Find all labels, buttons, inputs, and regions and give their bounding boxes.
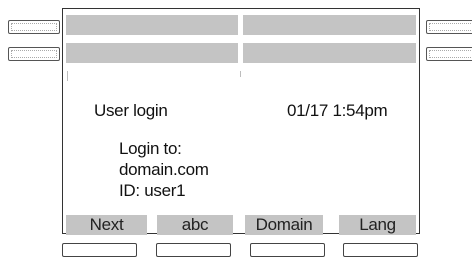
line-bar-left-2	[66, 43, 238, 63]
line-bar-right-2	[243, 43, 416, 63]
softkey-button-abc[interactable]	[156, 243, 231, 257]
login-domain: domain.com	[119, 160, 209, 179]
right-line-key-2[interactable]	[426, 47, 472, 61]
softkey-button-domain[interactable]	[250, 243, 325, 257]
login-to-label: Login to:	[119, 139, 182, 158]
softkey-button-next[interactable]	[62, 243, 137, 257]
phone-display: User login 01/17 1:54pm Login to: domain…	[62, 8, 420, 235]
screen-title: User login	[94, 101, 168, 120]
left-line-key-2[interactable]	[8, 47, 60, 61]
softkey-label-abc: abc	[157, 215, 233, 235]
softkey-button-lang[interactable]	[343, 243, 418, 257]
date-time: 01/17 1:54pm	[287, 101, 388, 120]
line-bar-left-1	[66, 15, 238, 35]
softkey-label-next: Next	[66, 215, 147, 235]
left-line-key-1[interactable]	[8, 20, 60, 34]
right-line-key-1[interactable]	[426, 20, 472, 34]
softkey-label-domain: Domain	[245, 215, 323, 235]
separator-mark-left	[67, 71, 68, 81]
separator-mark-center	[240, 71, 241, 77]
login-id: ID: user1	[119, 181, 186, 200]
line-bar-right-1	[243, 15, 416, 35]
softkey-label-lang: Lang	[339, 215, 416, 235]
